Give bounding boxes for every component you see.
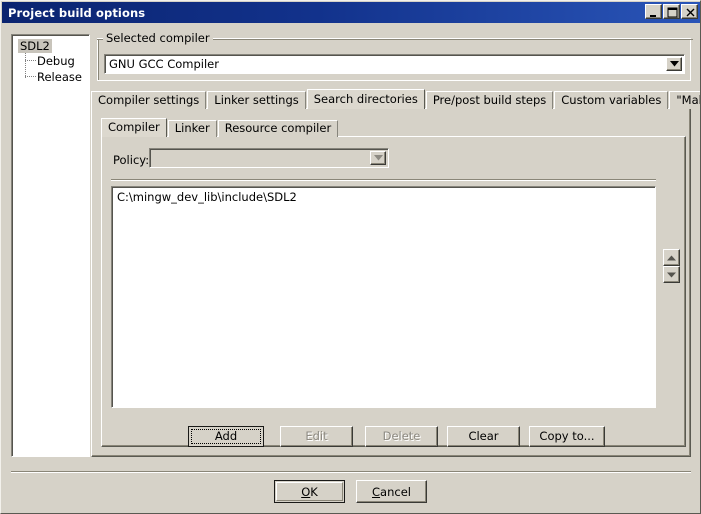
tab-compiler-settings[interactable]: Compiler settings [91,91,207,109]
cancel-button-label: Cancel [372,485,411,499]
build-targets-tree[interactable]: SDL2 Debug Release [11,34,90,457]
clear-button[interactable]: Clear [447,426,520,447]
tree-connector-release [25,76,36,77]
move-up-button[interactable] [663,249,680,266]
compiler-select-value: GNU GCC Compiler [109,57,219,71]
selected-compiler-legend: Selected compiler [103,31,213,45]
project-build-options-dialog: Project build options SDL2 Debug Release… [0,0,701,514]
tree-connector-debug [25,60,36,61]
compiler-select-dropdown-button[interactable] [666,57,682,71]
tree-item-debug[interactable]: Debug [37,54,75,68]
add-button[interactable]: Add [188,426,264,447]
chevron-down-icon [373,155,383,161]
cancel-rest-letters: ancel [380,484,411,499]
arrow-down-icon [667,272,676,277]
delete-button-label: Delete [382,428,421,443]
minimize-button[interactable] [645,4,662,19]
title-bar: Project build options [2,2,700,23]
inner-tab-compiler[interactable]: Compiler [101,118,167,137]
cancel-accel-letter: C [372,484,381,499]
close-icon [686,8,695,17]
maximize-icon [667,7,678,18]
tab-search-directories[interactable]: Search directories [306,89,425,109]
copy-to-button[interactable]: Copy to... [529,426,605,447]
add-button-label: Add [214,428,238,443]
clear-button-label: Clear [468,428,499,443]
move-down-button[interactable] [663,266,680,283]
search-directories-list[interactable]: C:\mingw_dev_lib\include\SDL2 [111,186,656,408]
title-bar-buttons [645,4,698,19]
chevron-down-icon [669,61,679,67]
maximize-button[interactable] [663,4,680,19]
list-item[interactable]: C:\mingw_dev_lib\include\SDL2 [112,190,655,205]
ok-accel-letter: O [301,484,311,499]
edit-button-label: Edit [305,428,328,443]
delete-button[interactable]: Delete [365,426,438,447]
inner-tab-linker[interactable]: Linker [167,120,217,137]
ok-button-label: OK [301,485,318,499]
compiler-select[interactable]: GNU GCC Compiler [104,54,685,74]
tree-item-sdl2[interactable]: SDL2 [18,39,52,53]
minimize-icon [650,15,656,17]
outer-tab-strip: Compiler settings Linker settings Search… [91,89,700,109]
tree-item-release[interactable]: Release [37,70,82,84]
tab-make-commands[interactable]: "Make" commands [669,91,700,109]
tab-linker-settings[interactable]: Linker settings [207,91,306,109]
ok-button[interactable]: OK [274,480,345,503]
inner-tab-resource-compiler[interactable]: Resource compiler [217,120,339,137]
tab-pre-post-build-steps[interactable]: Pre/post build steps [425,91,554,109]
directory-action-buttons: Add Edit Delete Clear Copy to... [111,426,656,448]
ok-rest-letters: K [310,484,318,499]
reorder-button-group [663,249,680,283]
arrow-up-icon [667,255,676,260]
edit-button[interactable]: Edit [280,426,353,447]
window-title: Project build options [8,5,146,20]
policy-label: Policy: [113,153,150,167]
tab-custom-variables[interactable]: Custom variables [554,91,669,109]
cancel-button[interactable]: Cancel [356,480,427,503]
close-button[interactable] [681,4,698,19]
copy-to-button-label: Copy to... [539,428,595,443]
policy-select[interactable] [149,148,389,168]
dialog-separator [11,471,691,473]
inner-tab-strip: Compiler Linker Resource compiler [101,118,686,137]
policy-separator [111,179,656,181]
policy-select-dropdown-button[interactable] [370,151,386,165]
